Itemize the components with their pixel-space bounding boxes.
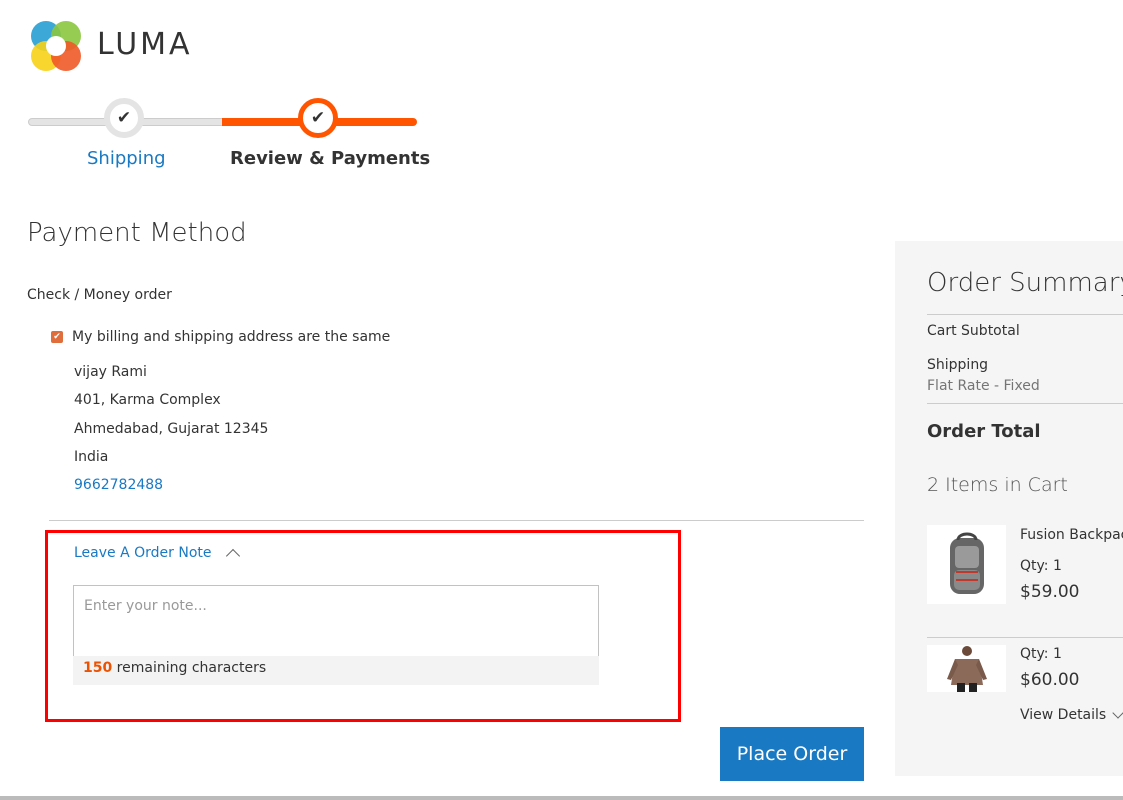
divider (49, 520, 864, 521)
product-thumbnail[interactable] (927, 645, 1006, 692)
divider (927, 314, 1123, 315)
order-note-input[interactable] (73, 585, 599, 657)
product-qty: Qty: 1 (1020, 558, 1062, 574)
product-name: Fusion Backpack (1020, 527, 1123, 543)
product-qty: Qty: 1 (1020, 646, 1062, 662)
order-summary-title: Order Summary (927, 268, 1123, 298)
page-bottom-edge (0, 796, 1123, 800)
backpack-image-icon (949, 532, 984, 594)
divider (927, 403, 1123, 404)
address-country: India (74, 449, 109, 465)
product-price: $60.00 (1020, 670, 1080, 690)
brand-name: LUMA (97, 27, 193, 62)
remaining-count: 150 (83, 660, 113, 676)
product-thumbnail[interactable] (927, 525, 1006, 604)
remaining-characters: 150 remaining characters (73, 656, 599, 685)
step-shipping-link[interactable]: Shipping (87, 148, 166, 169)
shipping-label: Shipping (927, 357, 989, 373)
step-review-indicator: ✔ (298, 98, 338, 138)
divider (927, 637, 1123, 638)
place-order-button[interactable]: Place Order (720, 727, 864, 781)
order-note-toggle[interactable]: Leave A Order Note (74, 545, 240, 563)
view-details-toggle[interactable]: View Details (1020, 706, 1123, 723)
page-title: Payment Method (27, 218, 247, 248)
same-address-checkbox[interactable]: ✔ (51, 331, 63, 343)
order-total-label: Order Total (927, 421, 1041, 442)
address-phone-link[interactable]: 9662782488 (74, 477, 163, 493)
chevron-down-icon (1112, 706, 1123, 719)
checkmark-icon: ✔ (53, 332, 61, 342)
items-in-cart-toggle[interactable]: 2 Items in Cart (927, 474, 1068, 496)
address-name: vijay Rami (74, 364, 147, 380)
logo[interactable] (28, 18, 84, 74)
jacket-image-icon (946, 646, 987, 692)
remaining-text: remaining characters (112, 660, 267, 676)
step-shipping-indicator: ✔ (104, 98, 144, 138)
chevron-up-icon (225, 548, 240, 563)
payment-method-label: Check / Money order (27, 287, 172, 303)
cart-subtotal-label: Cart Subtotal (927, 323, 1020, 339)
product-price: $59.00 (1020, 582, 1080, 602)
address-city: Ahmedabad, Gujarat 12345 (74, 421, 269, 437)
address-street: 401, Karma Complex (74, 392, 221, 408)
step-review-label: Review & Payments (230, 148, 431, 169)
order-note-toggle-label: Leave A Order Note (74, 545, 212, 561)
order-summary-panel (895, 241, 1123, 776)
checkmark-icon: ✔ (116, 107, 132, 128)
same-address-label[interactable]: My billing and shipping address are the … (72, 329, 390, 345)
checkmark-icon: ✔ (310, 107, 326, 128)
view-details-label: View Details (1020, 707, 1107, 723)
shipping-method: Flat Rate - Fixed (927, 378, 1040, 394)
luma-logo-icon (31, 21, 81, 71)
